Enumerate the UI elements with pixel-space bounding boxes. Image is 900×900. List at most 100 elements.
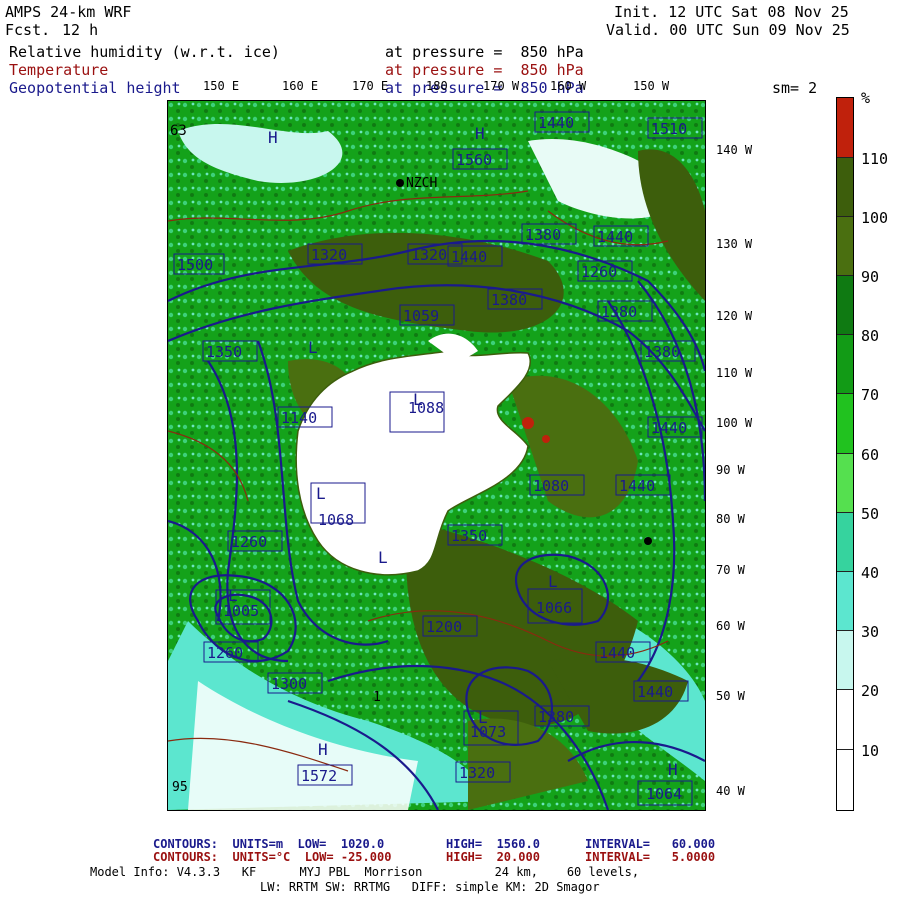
lon-tick-top: 170 W <box>483 79 520 93</box>
low-value-label: 1064 <box>646 785 682 803</box>
footer-contour-temp-interval: INTERVAL= 5.0000 <box>585 850 716 864</box>
colorbar-label: 90 <box>861 268 880 286</box>
lon-tick-right: 100 W <box>716 416 753 430</box>
smoothing-label: sm= 2 <box>772 79 818 97</box>
height-label: 1380 <box>538 708 574 726</box>
height-label: 1500 <box>177 256 213 274</box>
height-label: 1440 <box>619 477 655 495</box>
high-marker: H <box>475 124 485 143</box>
colorbar-swatch <box>837 394 853 454</box>
height-label: 1560 <box>456 151 492 169</box>
colorbar-swatch <box>837 631 853 690</box>
colorbar-swatch <box>837 335 853 394</box>
valid-time: Valid. 00 UTC Sun 09 Nov 25 <box>606 21 850 39</box>
low-marker: L <box>478 708 488 727</box>
high-marker: H <box>668 760 678 779</box>
height-label: 1510 <box>651 120 687 138</box>
lon-tick-top: 160 E <box>282 79 319 93</box>
height-label: 1440 <box>597 228 633 246</box>
colorbar-label: 30 <box>861 623 880 641</box>
footer-model-info: Model Info: V4.3.3 KF MYJ PBL Morrison 2… <box>90 865 640 879</box>
low-marker: L <box>316 484 326 503</box>
height-label: 1260 <box>581 263 617 281</box>
misc-label: 1 <box>373 690 381 705</box>
colorbar-label: 50 <box>861 505 880 523</box>
colorbar-swatch <box>837 572 853 631</box>
lon-tick-top: 160 W <box>550 79 587 93</box>
saturated-spot <box>542 435 550 443</box>
colorbar-swatch <box>837 158 853 217</box>
lon-tick-top: 150 W <box>633 79 670 93</box>
lon-tick-right: 50 W <box>716 689 745 703</box>
field-rh-name: Relative humidity (w.r.t. ice) <box>9 43 280 61</box>
lon-tick-right: 130 W <box>716 237 753 251</box>
height-label: 1200 <box>426 618 462 636</box>
height-label: 1380 <box>601 303 637 321</box>
height-label: 1572 <box>301 767 337 785</box>
colorbar-swatch <box>837 276 853 335</box>
field-temp-level: at pressure = 850 hPa <box>385 61 584 79</box>
height-label: 1320 <box>411 246 447 264</box>
colorbar-label: 100 <box>861 209 889 227</box>
station-marker <box>644 537 652 545</box>
footer-physics-info: LW: RRTM SW: RRTMG DIFF: simple KM: 2D S… <box>260 880 600 894</box>
colorbar-swatch <box>837 454 853 513</box>
field-rh-level: at pressure = 850 hPa <box>385 43 584 61</box>
init-time: Init. 12 UTC Sat 08 Nov 25 <box>614 3 849 21</box>
humidity-map: 1500 1380 1320 1440 1560 1510 1440 1380 … <box>168 101 705 810</box>
height-label: 1380 <box>491 291 527 309</box>
low-value-label: 1073 <box>470 723 506 741</box>
model-title: AMPS 24-km WRF <box>5 3 132 21</box>
low-value-label: 1068 <box>318 511 354 529</box>
low-value-label: 1059 <box>403 307 439 325</box>
height-label: 1140 <box>281 409 317 427</box>
footer-contour-temp-high: HIGH= 20.000 <box>446 850 540 864</box>
saturated-spot <box>522 417 534 429</box>
height-label: 1380 <box>644 343 680 361</box>
low-marker: L <box>228 586 238 605</box>
colorbar-label: 70 <box>861 386 880 404</box>
colorbar-label: 60 <box>861 446 880 464</box>
forecast-hour: 12 h <box>62 21 99 39</box>
height-label: 1300 <box>271 675 307 693</box>
lon-tick-right: 90 W <box>716 463 745 477</box>
low-marker: L <box>378 548 388 567</box>
colorbar-label: 80 <box>861 327 880 345</box>
forecast-label: Fcst. <box>5 21 51 39</box>
height-label: 1440 <box>451 248 487 266</box>
lon-tick-right: 40 W <box>716 784 745 798</box>
lon-tick-right: 120 W <box>716 309 753 323</box>
low-marker: L <box>308 338 318 357</box>
lon-tick-right: 80 W <box>716 512 745 526</box>
colorbar-swatch <box>837 750 853 810</box>
height-label: 1320 <box>311 246 347 264</box>
height-label: 1320 <box>459 764 495 782</box>
field-temp-name: Temperature <box>9 61 109 79</box>
height-label: 1260 <box>231 533 267 551</box>
low-marker: L <box>548 572 558 591</box>
colorbar-swatch <box>837 98 853 158</box>
corner-label: 95 <box>172 780 188 795</box>
colorbar <box>836 97 854 811</box>
lon-tick-top: 150 E <box>203 79 240 93</box>
colorbar-swatch <box>837 513 853 572</box>
lon-tick-right: 70 W <box>716 563 745 577</box>
colorbar-label: 10 <box>861 742 880 760</box>
colorbar-label: 40 <box>861 564 880 582</box>
footer-contour-temp: CONTOURS: UNITS=°C LOW= -25.000 <box>153 850 392 864</box>
lon-tick-top: 170 E <box>352 79 389 93</box>
height-label: 1380 <box>525 226 561 244</box>
field-geo-name: Geopotential height <box>9 79 181 97</box>
low-marker: L <box>413 390 423 409</box>
station-marker <box>396 179 404 187</box>
height-label: 1440 <box>538 114 574 132</box>
colorbar-unit: % <box>861 89 871 107</box>
colorbar-swatch <box>837 217 853 276</box>
low-value-label: 1066 <box>536 599 572 617</box>
colorbar-label: 110 <box>861 150 889 168</box>
high-marker: H <box>318 740 328 759</box>
lon-tick-right: 140 W <box>716 143 753 157</box>
height-label: 1350 <box>451 527 487 545</box>
height-label: 1440 <box>599 644 635 662</box>
high-marker: H <box>268 128 278 147</box>
